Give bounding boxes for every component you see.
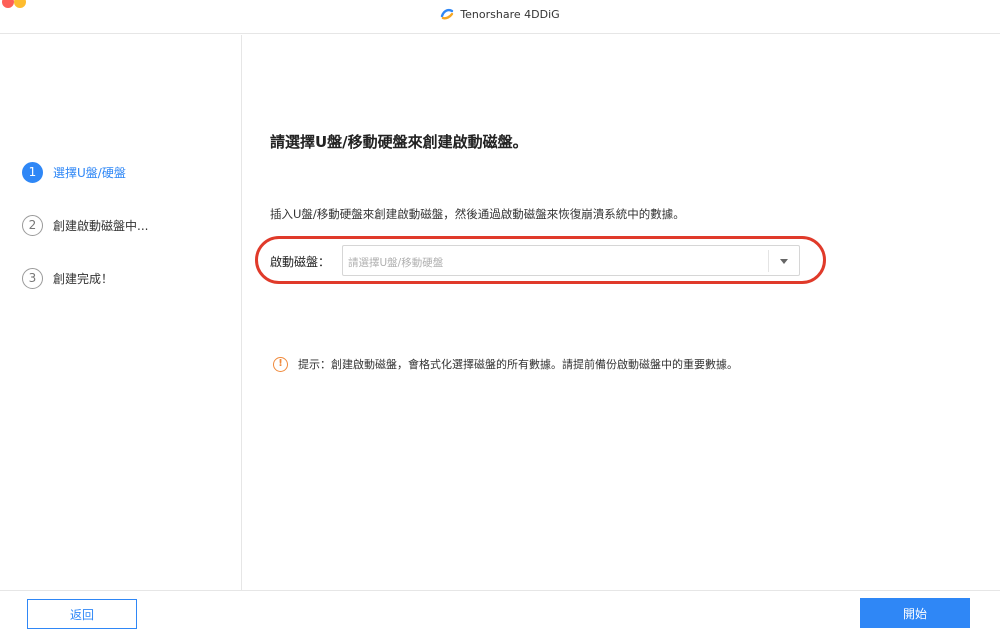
chevron-down-icon[interactable] bbox=[780, 259, 788, 264]
step-label: 創建完成！ bbox=[53, 272, 114, 286]
step-number: 2 bbox=[22, 215, 43, 236]
step-number: 1 bbox=[22, 162, 43, 183]
step-label: 創建啟動磁盤中... bbox=[53, 219, 149, 233]
app-window: Tenorshare 4DDiG 1 選擇U盤/硬盤 2 創建啟動磁盤中... … bbox=[0, 0, 1000, 632]
app-logo-icon bbox=[441, 8, 454, 20]
step-complete: 3 創建完成！ bbox=[22, 268, 113, 289]
page-title: 請選擇U盤/移動硬盤來創建啟動磁盤。 bbox=[270, 133, 528, 151]
dropdown-divider bbox=[768, 250, 769, 272]
window-title: Tenorshare 4DDiG bbox=[460, 7, 560, 21]
steps-sidebar: 1 選擇U盤/硬盤 2 創建啟動磁盤中... 3 創建完成！ bbox=[0, 35, 242, 590]
title-wrap: Tenorshare 4DDiG bbox=[0, 7, 1000, 21]
boot-disk-placeholder: 請選擇U盤/移動硬盤 bbox=[348, 257, 444, 269]
start-button[interactable]: 開始 bbox=[860, 598, 970, 628]
boot-disk-row: 啟動磁盤： 請選擇U盤/移動硬盤 bbox=[270, 245, 802, 276]
warning-icon: ! bbox=[273, 356, 288, 372]
footer-bar: 返回 開始 bbox=[0, 590, 1000, 632]
main-panel: 請選擇U盤/移動硬盤來創建啟動磁盤。 插入U盤/移動硬盤來創建啟動磁盤，然後通過… bbox=[243, 35, 1000, 590]
boot-disk-label: 啟動磁盤： bbox=[270, 255, 331, 269]
back-button[interactable]: 返回 bbox=[27, 599, 137, 629]
page-description: 插入U盤/移動硬盤來創建啟動磁盤，然後通過啟動磁盤來恢復崩潰系統中的數據。 bbox=[270, 207, 685, 221]
step-label: 選擇U盤/硬盤 bbox=[53, 166, 126, 180]
step-select-disk: 1 選擇U盤/硬盤 bbox=[22, 162, 126, 183]
title-bar: Tenorshare 4DDiG bbox=[0, 0, 1000, 34]
warning-tip: ! 提示：創建啟動磁盤，會格式化選擇磁盤的所有數據。請提前備份啟動磁盤中的重要數… bbox=[273, 356, 738, 372]
step-number: 3 bbox=[22, 268, 43, 289]
step-creating-disk: 2 創建啟動磁盤中... bbox=[22, 215, 148, 236]
boot-disk-dropdown[interactable]: 請選擇U盤/移動硬盤 bbox=[342, 245, 800, 276]
warning-text: 提示：創建啟動磁盤，會格式化選擇磁盤的所有數據。請提前備份啟動磁盤中的重要數據。 bbox=[298, 358, 738, 371]
